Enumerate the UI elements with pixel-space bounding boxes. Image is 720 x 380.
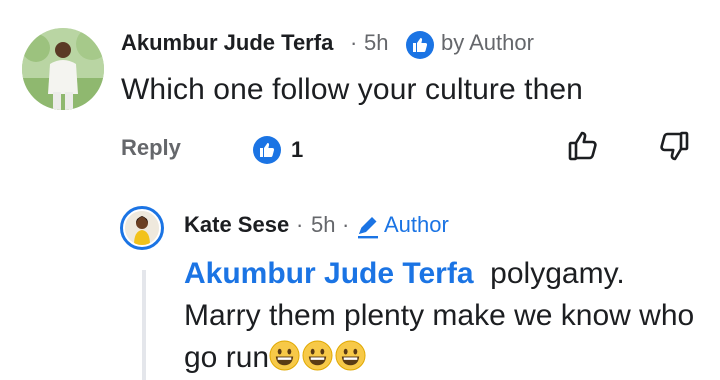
reply-timestamp[interactable]: 5h [311, 212, 335, 238]
emoji-group [269, 340, 368, 374]
comment-timestamp[interactable]: 5h [364, 30, 388, 56]
separator-dot: · [350, 30, 358, 55]
reply-author-avatar[interactable] [125, 211, 159, 245]
reply-text: Akumbur Jude Terfa polygamy. Marry them … [184, 253, 704, 379]
reply-author-name[interactable]: Kate Sese [184, 212, 289, 238]
author-like-badge-icon [406, 31, 434, 59]
mention-link[interactable]: Akumbur Jude Terfa [184, 257, 474, 290]
separator-dot: · [296, 212, 304, 237]
author-badge: Author [384, 212, 449, 237]
upvote-icon[interactable] [566, 128, 602, 164]
pencil-icon [355, 214, 381, 240]
commenter-avatar[interactable] [22, 28, 104, 110]
separator-dot: · [342, 212, 350, 237]
grinning-face-icon [269, 340, 300, 371]
grinning-face-icon [302, 340, 333, 371]
comment-text: Which one follow your culture then [121, 73, 583, 106]
grinning-face-icon [335, 340, 366, 371]
downvote-icon[interactable] [655, 128, 691, 164]
comment-author-name[interactable]: Akumbur Jude Terfa [121, 30, 333, 56]
reply-button[interactable]: Reply [121, 135, 181, 161]
thread-connector-line [142, 270, 146, 380]
like-reaction-icon[interactable] [253, 136, 281, 164]
reaction-count[interactable]: 1 [291, 137, 303, 163]
by-author-label: by Author [441, 30, 534, 55]
